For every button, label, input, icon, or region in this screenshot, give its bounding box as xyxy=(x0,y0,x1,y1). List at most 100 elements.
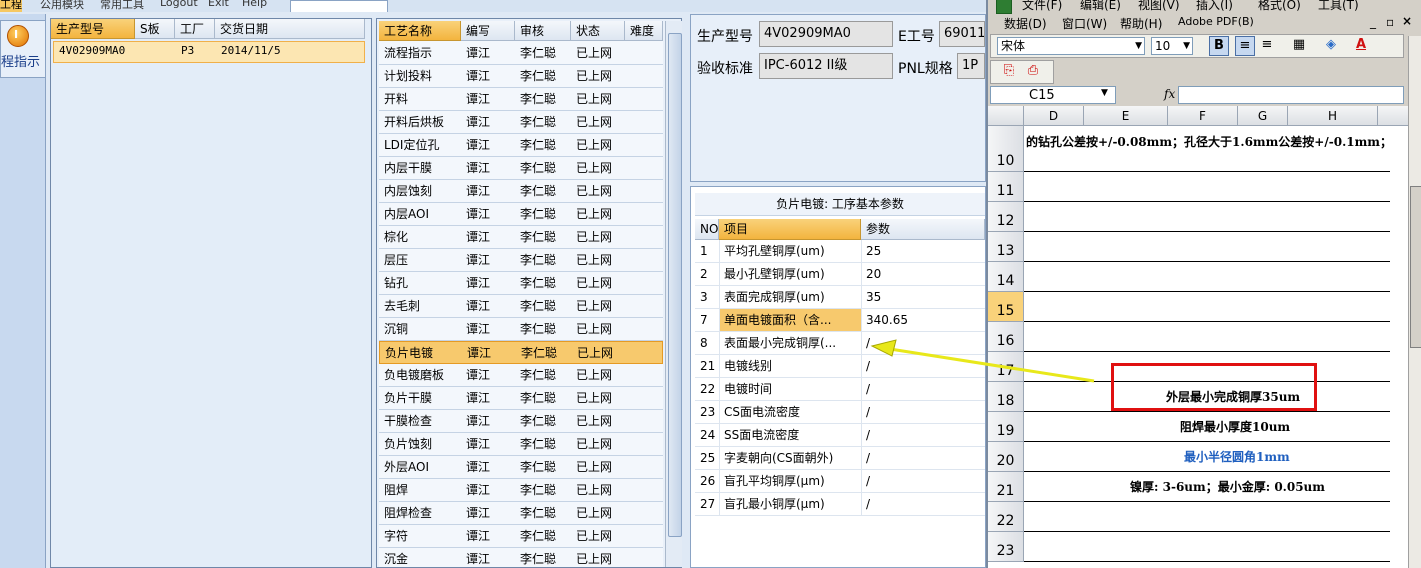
row-header[interactable]: 22 xyxy=(988,502,1024,532)
pdf-convert-icon[interactable]: ⎘ xyxy=(999,62,1019,82)
col-header-s[interactable]: S板 xyxy=(135,19,175,39)
cell-row19-text[interactable]: 阻焊最小厚度10um xyxy=(1180,418,1290,435)
borders-icon[interactable]: ▦ xyxy=(1289,36,1309,56)
row-header[interactable]: 10 xyxy=(988,126,1024,172)
xl-menu-tools[interactable]: 工具(T) xyxy=(1318,0,1359,13)
menu-item-logout[interactable]: Logout xyxy=(160,0,198,9)
fill-color-icon[interactable]: ◈ xyxy=(1321,36,1341,56)
top-combo-box[interactable] xyxy=(290,0,388,12)
order-row[interactable]: 4V02909MA0 P3 2014/11/5 xyxy=(53,41,365,63)
process-row[interactable]: 内层干膜 谭江 李仁聪 已上网 xyxy=(379,157,663,180)
process-row[interactable]: 内层AOI 谭江 李仁聪 已上网 xyxy=(379,203,663,226)
col-header-param[interactable]: 参数 xyxy=(861,219,985,240)
process-row[interactable]: 负电镀磨板 谭江 李仁聪 已上网 xyxy=(379,364,663,387)
restore-icon[interactable]: ▫ xyxy=(1386,15,1394,29)
process-row[interactable]: LDI定位孔 谭江 李仁聪 已上网 xyxy=(379,134,663,157)
param-row[interactable]: 7 单面电镀面积（含... 340.65 xyxy=(695,309,985,332)
menu-item-help[interactable]: Help xyxy=(242,0,267,9)
menu-item-common-modules[interactable]: 公用模块 xyxy=(40,0,84,12)
row-header[interactable]: 15 xyxy=(988,292,1024,322)
col-header-writer[interactable]: 编写 xyxy=(461,21,515,41)
row-header[interactable]: 20 xyxy=(988,442,1024,472)
process-row[interactable]: 阻焊检查 谭江 李仁聪 已上网 xyxy=(379,502,663,525)
param-row[interactable]: 8 表面最小完成铜厚(... / xyxy=(695,332,985,355)
row-header[interactable]: 17 xyxy=(988,352,1024,382)
param-row[interactable]: 21 电镀线别 / xyxy=(695,355,985,378)
process-row[interactable]: 外层AOI 谭江 李仁聪 已上网 xyxy=(379,456,663,479)
col-header-factory[interactable]: 工厂 xyxy=(175,19,215,39)
xl-menu-adobe-pdf[interactable]: Adobe PDF(B) xyxy=(1178,15,1254,28)
e-field[interactable]: 69011 xyxy=(939,21,985,47)
align-left-icon[interactable]: ≡ xyxy=(1235,36,1255,56)
row-header[interactable]: 23 xyxy=(988,532,1024,562)
col-header-e[interactable]: E xyxy=(1084,106,1168,126)
scroll-thumb[interactable] xyxy=(668,33,682,537)
col-header-difficulty[interactable]: 难度 xyxy=(625,21,663,41)
col-header-d[interactable]: D xyxy=(1024,106,1084,126)
process-row[interactable]: 负片电镀 谭江 李仁聪 已上网 xyxy=(379,341,663,364)
formula-input[interactable] xyxy=(1178,86,1404,104)
font-name-select[interactable]: 宋体 ▼ xyxy=(997,37,1145,55)
param-row[interactable]: 1 平均孔壁铜厚(um) 25 xyxy=(695,240,985,263)
row-header[interactable]: 11 xyxy=(988,172,1024,202)
align-center-icon[interactable]: ≡ xyxy=(1257,36,1277,56)
minimize-icon[interactable]: _ xyxy=(1370,15,1376,29)
col-header-f[interactable]: F xyxy=(1168,106,1238,126)
param-row[interactable]: 23 CS面电流密度 / xyxy=(695,401,985,424)
param-row[interactable]: 26 盲孔平均铜厚(μm) / xyxy=(695,470,985,493)
col-header-g[interactable]: G xyxy=(1238,106,1288,126)
process-row[interactable]: 钻孔 谭江 李仁聪 已上网 xyxy=(379,272,663,295)
col-header-date[interactable]: 交货日期 xyxy=(215,19,365,39)
xl-menu-edit[interactable]: 编辑(E) xyxy=(1080,0,1121,13)
row-header[interactable]: 18 xyxy=(988,382,1024,412)
select-all-corner[interactable] xyxy=(988,106,1024,126)
process-row[interactable]: 字符 谭江 李仁聪 已上网 xyxy=(379,525,663,548)
process-row[interactable]: 流程指示 谭江 李仁聪 已上网 xyxy=(379,42,663,65)
row-header[interactable]: 13 xyxy=(988,232,1024,262)
close-icon[interactable]: × xyxy=(1402,14,1412,28)
font-color-icon[interactable]: A xyxy=(1351,36,1371,56)
menu-item-tools[interactable]: 常用工具 xyxy=(100,0,144,12)
cell-row20-text[interactable]: 最小半径圆角1mm xyxy=(1184,448,1290,465)
xl-menu-data[interactable]: 数据(D) xyxy=(1004,15,1047,32)
col-header-no[interactable]: NO xyxy=(695,219,719,240)
process-row[interactable]: 沉金 谭江 李仁聪 已上网 xyxy=(379,548,663,567)
col-header-h[interactable]: H xyxy=(1288,106,1378,126)
xl-menu-file[interactable]: 文件(F) xyxy=(1022,0,1062,13)
process-instruction-button[interactable]: I 程指示 xyxy=(0,20,46,78)
process-row[interactable]: 棕化 谭江 李仁聪 已上网 xyxy=(379,226,663,249)
menu-item-project[interactable]: 工程 xyxy=(0,0,22,12)
xl-menu-insert[interactable]: 插入(I) xyxy=(1196,0,1233,13)
col-header-reviewer[interactable]: 审核 xyxy=(515,21,571,41)
row-header[interactable]: 21 xyxy=(988,472,1024,502)
param-row[interactable]: 22 电镀时间 / xyxy=(695,378,985,401)
xl-menu-format[interactable]: 格式(O) xyxy=(1258,0,1301,13)
col-header-next[interactable] xyxy=(1378,106,1409,126)
xl-menu-window[interactable]: 窗口(W) xyxy=(1062,15,1107,32)
name-box[interactable]: C15 ▼ xyxy=(990,86,1116,104)
pnl-field[interactable]: 1P xyxy=(957,53,985,79)
process-row[interactable]: 计划投料 谭江 李仁聪 已上网 xyxy=(379,65,663,88)
cell-row10-text[interactable]: 的钻孔公差按+/-0.08mm；孔径大于1.6mm公差按+/-0.1mm； xyxy=(1026,133,1392,150)
col-header-process[interactable]: 工艺名称 xyxy=(379,21,461,41)
process-row[interactable]: 干膜检查 谭江 李仁聪 已上网 xyxy=(379,410,663,433)
param-row[interactable]: 2 最小孔壁铜厚(um) 20 xyxy=(695,263,985,286)
process-row[interactable]: 开料后烘板 谭江 李仁聪 已上网 xyxy=(379,111,663,134)
row-header[interactable]: 16 xyxy=(988,322,1024,352)
pdf-email-icon[interactable]: ⎙ xyxy=(1023,62,1043,82)
xl-menu-help[interactable]: 帮助(H) xyxy=(1120,15,1162,32)
row-header[interactable]: 19 xyxy=(988,412,1024,442)
xl-menu-view[interactable]: 视图(V) xyxy=(1138,0,1180,13)
process-row[interactable]: 阻焊 谭江 李仁聪 已上网 xyxy=(379,479,663,502)
param-row[interactable]: 24 SS面电流密度 / xyxy=(695,424,985,447)
col-header-item[interactable]: 项目 xyxy=(719,219,861,240)
param-row[interactable]: 27 盲孔最小铜厚(μm) / xyxy=(695,493,985,516)
bold-button[interactable]: B xyxy=(1209,36,1229,56)
process-row[interactable]: 去毛刺 谭江 李仁聪 已上网 xyxy=(379,295,663,318)
process-row[interactable]: 内层蚀刻 谭江 李仁聪 已上网 xyxy=(379,180,663,203)
process-row[interactable]: 层压 谭江 李仁聪 已上网 xyxy=(379,249,663,272)
process-scrollbar[interactable] xyxy=(665,21,682,567)
standard-field[interactable]: IPC-6012 II级 xyxy=(759,53,893,79)
menu-item-exit[interactable]: Exit xyxy=(208,0,229,9)
cell-row21-text[interactable]: 镍厚: 3-6um；最小金厚: 0.05um xyxy=(1130,478,1325,495)
